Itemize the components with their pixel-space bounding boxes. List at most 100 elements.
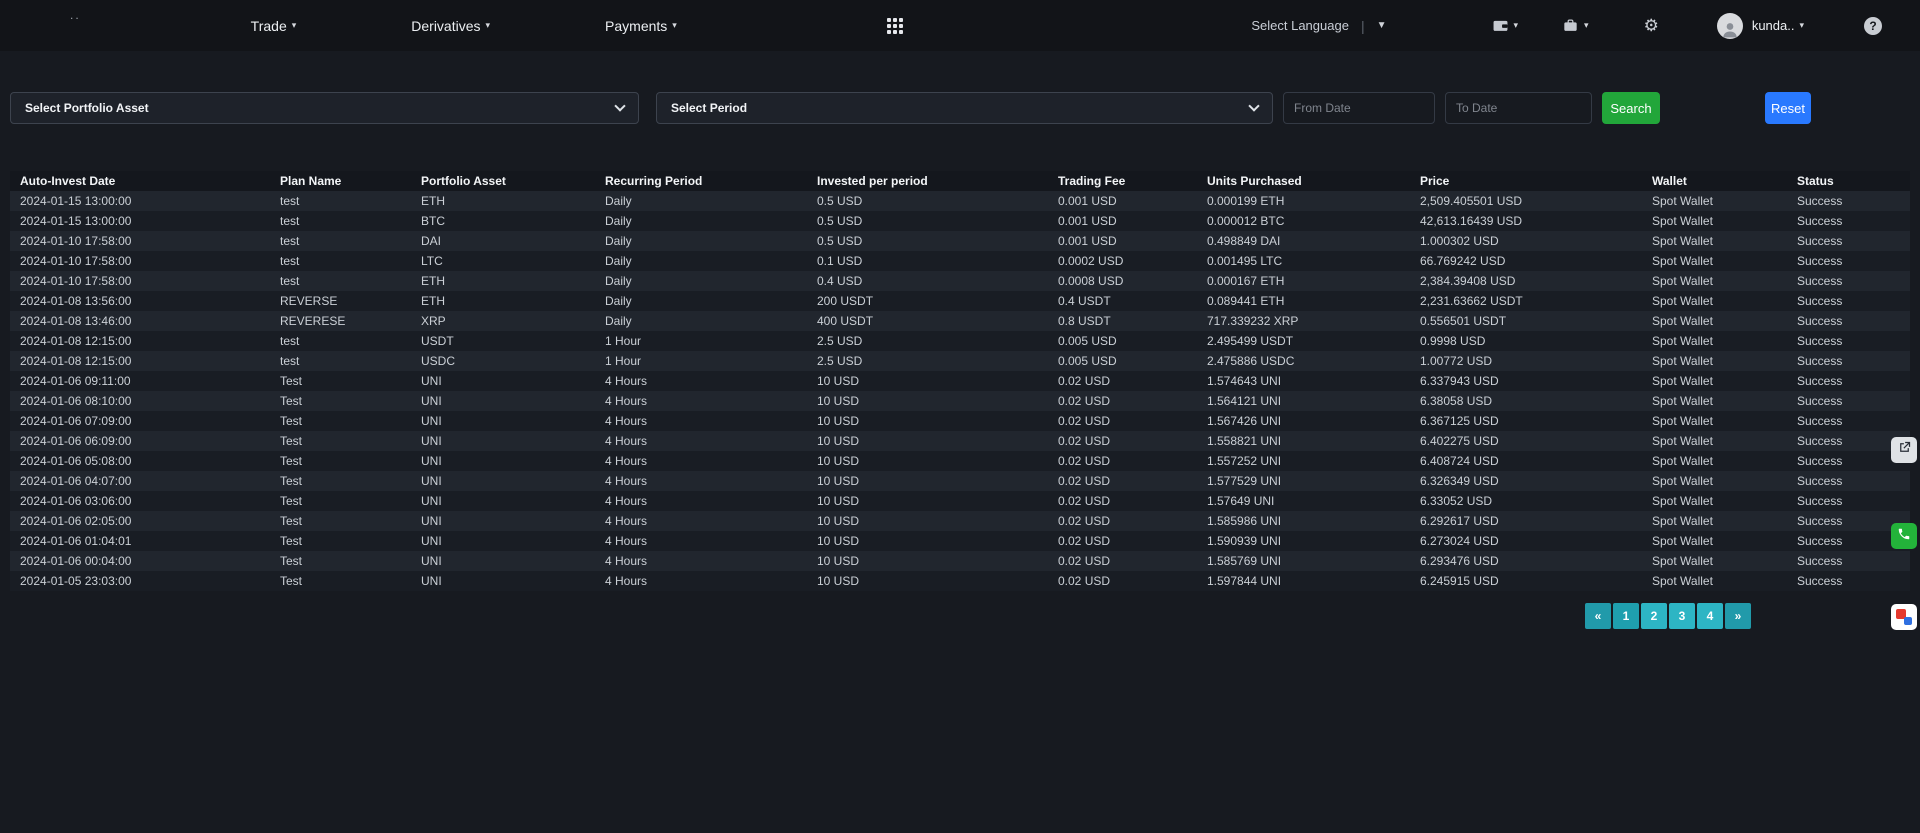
table-cell: 2024-01-06 09:11:00 — [10, 371, 270, 391]
logo[interactable]: .. — [70, 8, 81, 22]
next-page-button[interactable]: » — [1725, 603, 1751, 629]
table-cell: 0.000199 ETH — [1197, 191, 1410, 211]
from-date-input[interactable] — [1283, 92, 1435, 124]
table-cell: 2.5 USD — [807, 351, 1048, 371]
table-cell: Test — [270, 531, 411, 551]
table-cell: 2024-01-10 17:58:00 — [10, 271, 270, 291]
external-link-icon — [1897, 440, 1912, 460]
table-cell: Spot Wallet — [1642, 271, 1787, 291]
table-cell: 10 USD — [807, 431, 1048, 451]
language-selector[interactable]: Select Language | ▼ — [1251, 18, 1386, 34]
table-cell: Spot Wallet — [1642, 451, 1787, 471]
table-cell: 6.292617 USD — [1410, 511, 1642, 531]
page-button-1[interactable]: 1 — [1613, 603, 1639, 629]
table-cell: DAI — [411, 231, 595, 251]
nav-trade[interactable]: Trade ▾ — [251, 18, 297, 34]
table-cell: 4 Hours — [595, 511, 807, 531]
table-cell: 10 USD — [807, 551, 1048, 571]
table-cell: 0.9998 USD — [1410, 331, 1642, 351]
table-cell: REVERESE — [270, 311, 411, 331]
table-cell: 4 Hours — [595, 431, 807, 451]
table-cell: 2,384.39408 USD — [1410, 271, 1642, 291]
table-cell: 1.00772 USD — [1410, 351, 1642, 371]
help-icon[interactable]: ? — [1864, 17, 1882, 35]
column-header-status: Status — [1787, 171, 1910, 191]
page-button-4[interactable]: 4 — [1697, 603, 1723, 629]
table-cell: test — [270, 211, 411, 231]
table-cell: 2024-01-06 03:06:00 — [10, 491, 270, 511]
table-cell: Spot Wallet — [1642, 551, 1787, 571]
table-row: 2024-01-15 13:00:00testETHDaily0.5 USD0.… — [10, 191, 1910, 211]
table-cell: Test — [270, 451, 411, 471]
table-cell: Spot Wallet — [1642, 291, 1787, 311]
table-row: 2024-01-06 04:07:00TestUNI4 Hours10 USD0… — [10, 471, 1910, 491]
table-cell: USDC — [411, 351, 595, 371]
portfolio-asset-select[interactable]: Select Portfolio Asset — [10, 92, 639, 124]
table-cell: 0.02 USD — [1048, 531, 1197, 551]
table-cell: 2024-01-06 00:04:00 — [10, 551, 270, 571]
share-widget-button[interactable] — [1891, 437, 1917, 463]
table-cell: 2.475886 USDC — [1197, 351, 1410, 371]
table-cell: 0.02 USD — [1048, 491, 1197, 511]
page-button-2[interactable]: 2 — [1641, 603, 1667, 629]
table-cell: UNI — [411, 531, 595, 551]
table-cell: 10 USD — [807, 571, 1048, 591]
table-cell: UNI — [411, 471, 595, 491]
table-body: 2024-01-15 13:00:00testETHDaily0.5 USD0.… — [10, 191, 1910, 591]
table-cell: Spot Wallet — [1642, 511, 1787, 531]
table-row: 2024-01-08 13:56:00REVERSEETHDaily200 US… — [10, 291, 1910, 311]
main-nav: Trade ▾ Derivatives ▾ Payments ▾ — [251, 18, 903, 34]
whatsapp-widget-button[interactable] — [1891, 523, 1917, 549]
nav-payments[interactable]: Payments ▾ — [605, 18, 677, 34]
search-button[interactable]: Search — [1602, 92, 1660, 124]
orders-menu[interactable]: ▾ — [1562, 17, 1589, 34]
table-cell: UNI — [411, 371, 595, 391]
settings-gear-icon[interactable]: ⚙ — [1644, 16, 1659, 36]
table-row: 2024-01-06 05:08:00TestUNI4 Hours10 USD0… — [10, 451, 1910, 471]
table-cell: Spot Wallet — [1642, 351, 1787, 371]
table-cell: 1.585769 UNI — [1197, 551, 1410, 571]
table-cell: 10 USD — [807, 531, 1048, 551]
reset-button[interactable]: Reset — [1765, 92, 1811, 124]
wallet-menu[interactable]: ▾ — [1492, 17, 1519, 34]
apps-grid-icon[interactable] — [887, 18, 903, 34]
table-cell: 2024-01-08 13:56:00 — [10, 291, 270, 311]
table-cell: Test — [270, 431, 411, 451]
period-select-label: Select Period — [671, 101, 747, 115]
table-cell: Daily — [595, 311, 807, 331]
table-cell: Success — [1787, 411, 1910, 431]
table-cell: Spot Wallet — [1642, 371, 1787, 391]
table-cell: Spot Wallet — [1642, 311, 1787, 331]
wallet-icon — [1492, 17, 1509, 34]
caret-down-icon: ▾ — [672, 20, 677, 31]
table-cell: 0.089441 ETH — [1197, 291, 1410, 311]
separator: | — [1361, 18, 1365, 34]
table-cell: Daily — [595, 271, 807, 291]
nav-derivatives[interactable]: Derivatives ▾ — [411, 18, 490, 34]
page-button-3[interactable]: 3 — [1669, 603, 1695, 629]
column-header-recurring-period: Recurring Period — [595, 171, 807, 191]
table-cell: 2024-01-10 17:58:00 — [10, 231, 270, 251]
table-row: 2024-01-06 00:04:00TestUNI4 Hours10 USD0… — [10, 551, 1910, 571]
table-cell: UNI — [411, 391, 595, 411]
prev-page-button[interactable]: « — [1585, 603, 1611, 629]
table-cell: 0.001 USD — [1048, 211, 1197, 231]
briefcase-icon — [1562, 17, 1579, 34]
table-cell: test — [270, 231, 411, 251]
to-date-input[interactable] — [1445, 92, 1592, 124]
table-cell: 1 Hour — [595, 331, 807, 351]
table-cell: 2.5 USD — [807, 331, 1048, 351]
table-cell: 0.02 USD — [1048, 411, 1197, 431]
table-cell: Test — [270, 551, 411, 571]
table-cell: 6.326349 USD — [1410, 471, 1642, 491]
auto-invest-history-table: Auto-Invest Date Plan Name Portfolio Ass… — [10, 171, 1910, 629]
caret-down-icon: ▾ — [292, 20, 297, 31]
column-header-units-purchased: Units Purchased — [1197, 171, 1410, 191]
table-cell: Success — [1787, 391, 1910, 411]
chat-widget-button[interactable] — [1891, 604, 1917, 630]
user-menu[interactable]: kunda.. ▾ — [1717, 13, 1804, 39]
table-cell: test — [270, 251, 411, 271]
table-row: 2024-01-10 17:58:00testLTCDaily0.1 USD0.… — [10, 251, 1910, 271]
table-cell: 0.005 USD — [1048, 331, 1197, 351]
period-select[interactable]: Select Period — [656, 92, 1273, 124]
